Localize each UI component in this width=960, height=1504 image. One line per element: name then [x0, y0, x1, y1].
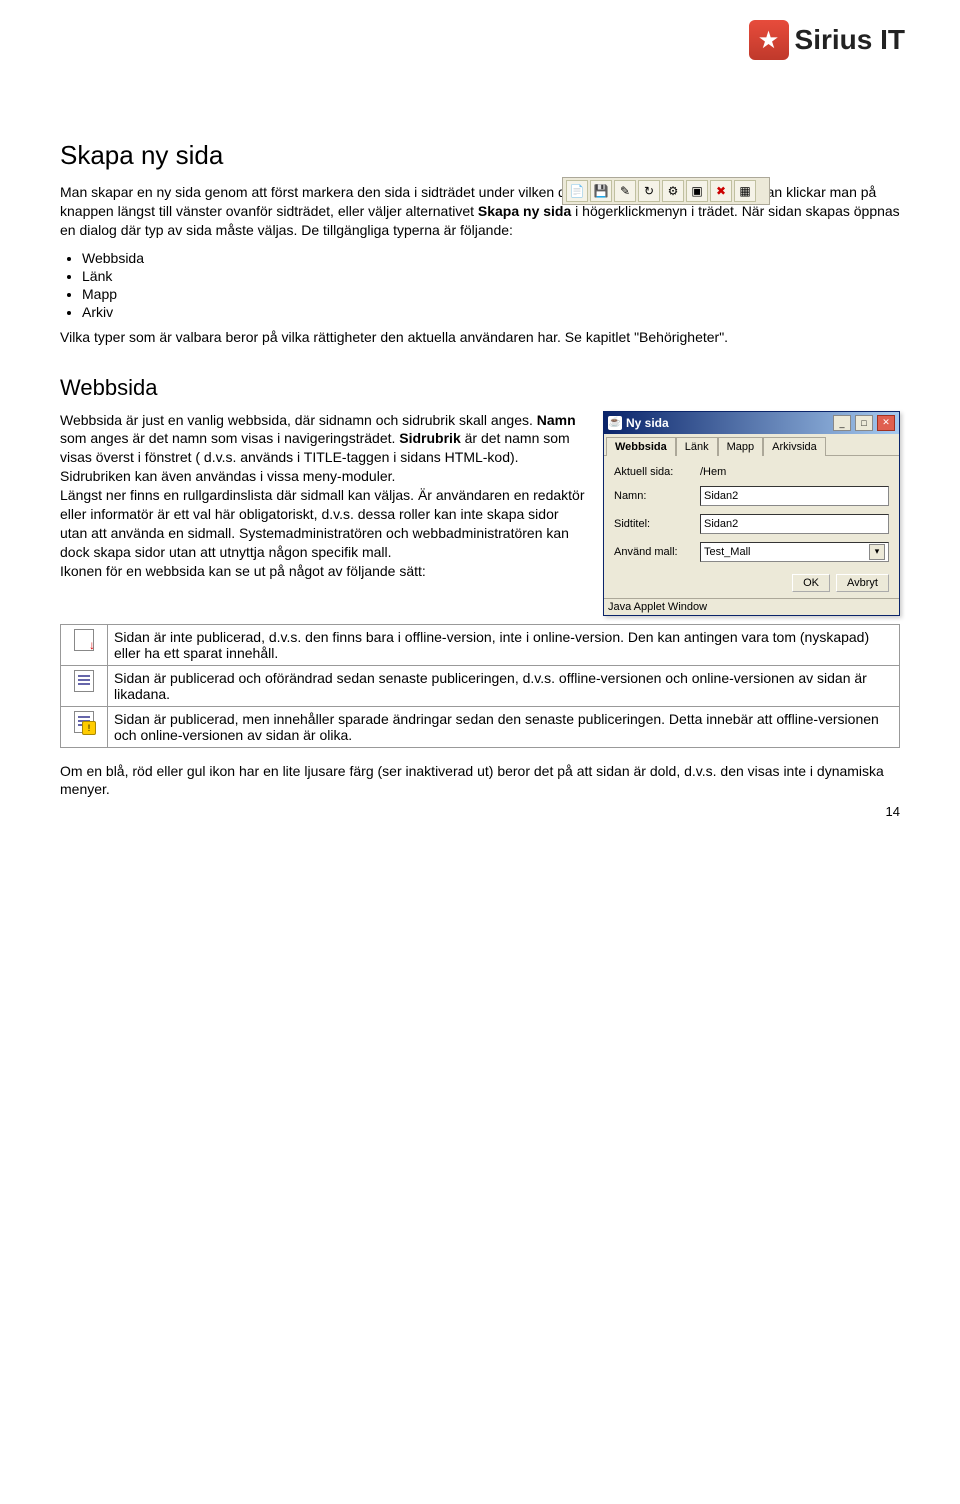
icon-desc: Sidan är publicerad och oförändrad sedan… — [108, 665, 900, 706]
bold-term: Namn — [537, 412, 576, 428]
changed-page-icon — [61, 706, 108, 747]
text-run: Längst ner finns en rullgardinslista där… — [60, 487, 585, 560]
tab-mapp[interactable]: Mapp — [718, 437, 764, 456]
intro-paragraph-1: Man skapar en ny sida genom att först ma… — [60, 183, 900, 240]
list-item: Webbsida — [82, 250, 900, 266]
label-namn: Namn: — [614, 490, 694, 502]
new-page-dialog: ☕ Ny sida _ □ ✕ Webbsida Länk Mapp Arkiv… — [603, 411, 900, 616]
dialog-title-text: Ny sida — [626, 416, 829, 430]
section-heading: Webbsida — [60, 375, 900, 401]
label-aktuell: Aktuell sida: — [614, 466, 694, 478]
document-page: ★ Sirius IT Skapa ny sida 📄 💾 ✎ ↻ ⚙ ▣ ✖ … — [0, 0, 960, 839]
table-row: Sidan är publicerad och oförändrad sedan… — [61, 665, 900, 706]
intro-block: 📄 💾 ✎ ↻ ⚙ ▣ ✖ ▦ Man skapar en ny sida ge… — [60, 183, 900, 347]
intro-bold: Skapa ny sida — [478, 203, 571, 219]
new-page-icon: 📄 — [566, 180, 588, 202]
tab-arkivsida[interactable]: Arkivsida — [763, 437, 826, 456]
toolbar-screenshot: 📄 💾 ✎ ↻ ⚙ ▣ ✖ ▦ — [562, 177, 770, 205]
java-icon: ☕ — [608, 416, 622, 430]
refresh-icon: ↻ — [638, 180, 660, 202]
brand-logo: ★ Sirius IT — [749, 20, 905, 60]
text-run: Webbsida är just en vanlig webbsida, där… — [60, 412, 537, 428]
text-run: som anges är det namn som visas i navige… — [60, 430, 399, 446]
icon-state-table: Sidan är inte publicerad, d.v.s. den fin… — [60, 624, 900, 748]
dialog-tabs: Webbsida Länk Mapp Arkivsida — [604, 434, 899, 456]
cancel-button[interactable]: Avbryt — [836, 574, 889, 592]
page-title: Skapa ny sida — [60, 140, 900, 171]
misc-icon: ▦ — [734, 180, 756, 202]
label-sidtitel: Sidtitel: — [614, 518, 694, 530]
save-icon: 💾 — [590, 180, 612, 202]
list-item: Mapp — [82, 286, 900, 302]
table-row: Sidan är inte publicerad, d.v.s. den fin… — [61, 624, 900, 665]
tab-webbsida[interactable]: Webbsida — [606, 437, 676, 456]
type-list: Webbsida Länk Mapp Arkiv — [60, 250, 900, 320]
minimize-button[interactable]: _ — [833, 415, 851, 431]
webbsida-row: Webbsida är just en vanlig webbsida, där… — [60, 411, 900, 616]
table-row: Sidan är publicerad, men innehåller spar… — [61, 706, 900, 747]
icon-desc: Sidan är inte publicerad, d.v.s. den fin… — [108, 624, 900, 665]
sidtitel-input[interactable] — [700, 514, 889, 534]
mall-combobox[interactable]: Test_Mall ▾ — [700, 542, 889, 562]
page-number: 14 — [886, 804, 900, 819]
footer-note: Om en blå, röd eller gul ikon har en lit… — [60, 762, 900, 800]
chevron-down-icon: ▾ — [869, 544, 885, 560]
close-button[interactable]: ✕ — [877, 415, 895, 431]
ok-button[interactable]: OK — [792, 574, 830, 592]
gear-icon: ⚙ — [662, 180, 684, 202]
intro-paragraph-2: Vilka typer som är valbara beror på vilk… — [60, 328, 900, 347]
maximize-button[interactable]: □ — [855, 415, 873, 431]
bold-term: Sidrubrik — [399, 430, 460, 446]
list-item: Länk — [82, 268, 900, 284]
text-run: Ikonen för en webbsida kan se ut på någo… — [60, 563, 426, 579]
view-icon: ▣ — [686, 180, 708, 202]
namn-input[interactable] — [700, 486, 889, 506]
brand-name: Sirius IT — [795, 24, 905, 56]
icon-desc: Sidan är publicerad, men innehåller spar… — [108, 706, 900, 747]
webbsida-paragraph: Webbsida är just en vanlig webbsida, där… — [60, 411, 585, 581]
edit-icon: ✎ — [614, 180, 636, 202]
published-page-icon — [61, 665, 108, 706]
dialog-titlebar: ☕ Ny sida _ □ ✕ — [604, 412, 899, 434]
delete-icon: ✖ — [710, 180, 732, 202]
unpublished-page-icon — [61, 624, 108, 665]
list-item: Arkiv — [82, 304, 900, 320]
dialog-body: Aktuell sida: /Hem Namn: Sidtitel: Använ… — [604, 456, 899, 598]
dialog-statusbar: Java Applet Window — [604, 598, 899, 615]
label-mall: Använd mall: — [614, 546, 694, 558]
tab-lank[interactable]: Länk — [676, 437, 718, 456]
mall-value: Test_Mall — [704, 546, 750, 558]
value-aktuell: /Hem — [700, 466, 726, 478]
star-icon: ★ — [749, 20, 789, 60]
